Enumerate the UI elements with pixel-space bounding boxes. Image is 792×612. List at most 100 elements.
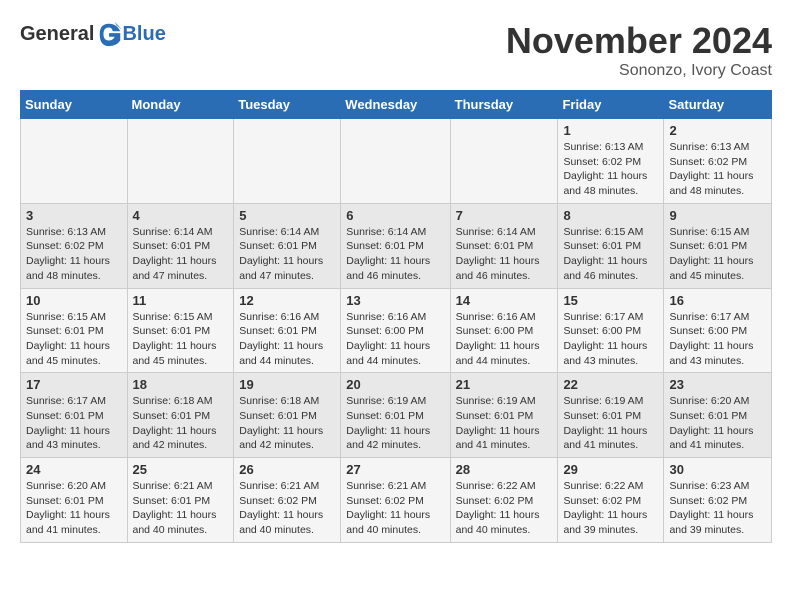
calendar-cell: 4Sunrise: 6:14 AM Sunset: 6:01 PM Daylig… bbox=[127, 203, 234, 288]
day-number: 6 bbox=[346, 208, 444, 223]
day-number: 12 bbox=[239, 293, 335, 308]
calendar-cell: 26 Sunrise: 6:21 AM Sunset: 6:02 PM Dayli… bbox=[234, 458, 341, 543]
calendar-cell bbox=[21, 119, 128, 204]
calendar-week-3: 10Sunrise: 6:15 AM Sunset: 6:01 PM Dayli… bbox=[21, 288, 772, 373]
day-info: Sunrise: 6:19 AM Sunset: 6:01 PM Dayligh… bbox=[346, 394, 444, 453]
day-info: Sunrise: 6:13 AM Sunset: 6:02 PM Dayligh… bbox=[563, 140, 658, 199]
day-info: Sunrise: 6:16 AM Sunset: 6:01 PM Dayligh… bbox=[239, 310, 335, 369]
title-area: November 2024 Sononzo, Ivory Coast bbox=[506, 20, 772, 80]
header-day-monday: Monday bbox=[127, 91, 234, 119]
calendar-cell: 24 Sunrise: 6:20 AM Sunset: 6:01 PM Dayli… bbox=[21, 458, 128, 543]
day-info: Sunrise: 6:15 AM Sunset: 6:01 PM Dayligh… bbox=[26, 310, 122, 369]
calendar-cell: 19Sunrise: 6:18 AM Sunset: 6:01 PM Dayli… bbox=[234, 373, 341, 458]
day-number: 5 bbox=[239, 208, 335, 223]
page-header: General Blue November 2024 Sononzo, Ivor… bbox=[20, 20, 772, 80]
day-number: 8 bbox=[563, 208, 658, 223]
day-number: 28 bbox=[456, 462, 553, 477]
day-info: Sunrise: 6:16 AM Sunset: 6:00 PM Dayligh… bbox=[346, 310, 444, 369]
day-info: Sunrise: 6:21 AM Sunset: 6:02 PM Dayligh… bbox=[346, 479, 444, 538]
day-number: 15 bbox=[563, 293, 658, 308]
calendar-cell: 14 Sunrise: 6:16 AM Sunset: 6:00 PM Dayli… bbox=[450, 288, 558, 373]
day-info: Sunrise: 6:17 AM Sunset: 6:01 PM Dayligh… bbox=[26, 394, 122, 453]
logo: General Blue bbox=[20, 20, 166, 48]
day-number: 30 bbox=[669, 462, 766, 477]
header-day-saturday: Saturday bbox=[664, 91, 772, 119]
calendar-cell bbox=[234, 119, 341, 204]
calendar-cell: 20 Sunrise: 6:19 AM Sunset: 6:01 PM Dayli… bbox=[341, 373, 450, 458]
calendar-cell bbox=[127, 119, 234, 204]
day-number: 1 bbox=[563, 123, 658, 138]
day-info: Sunrise: 6:19 AM Sunset: 6:01 PM Dayligh… bbox=[456, 394, 553, 453]
calendar-cell: 9 Sunrise: 6:15 AM Sunset: 6:01 PM Daylig… bbox=[664, 203, 772, 288]
day-info: Sunrise: 6:16 AM Sunset: 6:00 PM Dayligh… bbox=[456, 310, 553, 369]
calendar-cell: 1 Sunrise: 6:13 AM Sunset: 6:02 PM Daylig… bbox=[558, 119, 664, 204]
calendar-cell: 8Sunrise: 6:15 AM Sunset: 6:01 PM Daylig… bbox=[558, 203, 664, 288]
day-number: 7 bbox=[456, 208, 553, 223]
day-number: 29 bbox=[563, 462, 658, 477]
calendar-cell: 27 Sunrise: 6:21 AM Sunset: 6:02 PM Dayli… bbox=[341, 458, 450, 543]
header-day-wednesday: Wednesday bbox=[341, 91, 450, 119]
day-number: 27 bbox=[346, 462, 444, 477]
location-subtitle: Sononzo, Ivory Coast bbox=[506, 62, 772, 80]
day-info: Sunrise: 6:14 AM Sunset: 6:01 PM Dayligh… bbox=[456, 225, 553, 284]
day-number: 14 bbox=[456, 293, 553, 308]
header-day-friday: Friday bbox=[558, 91, 664, 119]
calendar-cell: 23 Sunrise: 6:20 AM Sunset: 6:01 PM Dayli… bbox=[664, 373, 772, 458]
calendar-cell: 22 Sunrise: 6:19 AM Sunset: 6:01 PM Dayli… bbox=[558, 373, 664, 458]
day-info: Sunrise: 6:13 AM Sunset: 6:02 PM Dayligh… bbox=[26, 225, 122, 284]
calendar-cell bbox=[450, 119, 558, 204]
day-info: Sunrise: 6:23 AM Sunset: 6:02 PM Dayligh… bbox=[669, 479, 766, 538]
calendar-cell: 7 Sunrise: 6:14 AM Sunset: 6:01 PM Daylig… bbox=[450, 203, 558, 288]
day-number: 9 bbox=[669, 208, 766, 223]
calendar-cell: 30 Sunrise: 6:23 AM Sunset: 6:02 PM Dayli… bbox=[664, 458, 772, 543]
calendar-cell: 21 Sunrise: 6:19 AM Sunset: 6:01 PM Dayli… bbox=[450, 373, 558, 458]
calendar-cell: 17Sunrise: 6:17 AM Sunset: 6:01 PM Dayli… bbox=[21, 373, 128, 458]
calendar-cell: 3Sunrise: 6:13 AM Sunset: 6:02 PM Daylig… bbox=[21, 203, 128, 288]
calendar-cell: 11 Sunrise: 6:15 AM Sunset: 6:01 PM Dayli… bbox=[127, 288, 234, 373]
day-number: 16 bbox=[669, 293, 766, 308]
day-info: Sunrise: 6:20 AM Sunset: 6:01 PM Dayligh… bbox=[26, 479, 122, 538]
calendar-cell: 25Sunrise: 6:21 AM Sunset: 6:01 PM Dayli… bbox=[127, 458, 234, 543]
logo-general-text: General bbox=[20, 23, 94, 46]
day-number: 22 bbox=[563, 377, 658, 392]
calendar-cell: 12 Sunrise: 6:16 AM Sunset: 6:01 PM Dayli… bbox=[234, 288, 341, 373]
header-day-tuesday: Tuesday bbox=[234, 91, 341, 119]
calendar-week-5: 24 Sunrise: 6:20 AM Sunset: 6:01 PM Dayli… bbox=[21, 458, 772, 543]
day-info: Sunrise: 6:15 AM Sunset: 6:01 PM Dayligh… bbox=[133, 310, 229, 369]
day-number: 11 bbox=[133, 293, 229, 308]
calendar-cell: 10Sunrise: 6:15 AM Sunset: 6:01 PM Dayli… bbox=[21, 288, 128, 373]
calendar-table: SundayMondayTuesdayWednesdayThursdayFrid… bbox=[20, 90, 772, 543]
day-info: Sunrise: 6:15 AM Sunset: 6:01 PM Dayligh… bbox=[669, 225, 766, 284]
day-number: 23 bbox=[669, 377, 766, 392]
day-number: 21 bbox=[456, 377, 553, 392]
calendar-cell: 29 Sunrise: 6:22 AM Sunset: 6:02 PM Dayli… bbox=[558, 458, 664, 543]
calendar-week-4: 17Sunrise: 6:17 AM Sunset: 6:01 PM Dayli… bbox=[21, 373, 772, 458]
day-info: Sunrise: 6:22 AM Sunset: 6:02 PM Dayligh… bbox=[563, 479, 658, 538]
day-info: Sunrise: 6:14 AM Sunset: 6:01 PM Dayligh… bbox=[239, 225, 335, 284]
day-info: Sunrise: 6:21 AM Sunset: 6:02 PM Dayligh… bbox=[239, 479, 335, 538]
logo-icon bbox=[96, 20, 124, 48]
calendar-header: SundayMondayTuesdayWednesdayThursdayFrid… bbox=[21, 91, 772, 119]
day-number: 2 bbox=[669, 123, 766, 138]
day-number: 4 bbox=[133, 208, 229, 223]
calendar-cell: 15 Sunrise: 6:17 AM Sunset: 6:00 PM Dayli… bbox=[558, 288, 664, 373]
day-info: Sunrise: 6:22 AM Sunset: 6:02 PM Dayligh… bbox=[456, 479, 553, 538]
calendar-cell: 16 Sunrise: 6:17 AM Sunset: 6:00 PM Dayli… bbox=[664, 288, 772, 373]
header-row: SundayMondayTuesdayWednesdayThursdayFrid… bbox=[21, 91, 772, 119]
calendar-cell: 5 Sunrise: 6:14 AM Sunset: 6:01 PM Daylig… bbox=[234, 203, 341, 288]
calendar-body: 1 Sunrise: 6:13 AM Sunset: 6:02 PM Daylig… bbox=[21, 119, 772, 543]
day-number: 20 bbox=[346, 377, 444, 392]
day-number: 26 bbox=[239, 462, 335, 477]
day-number: 24 bbox=[26, 462, 122, 477]
day-info: Sunrise: 6:17 AM Sunset: 6:00 PM Dayligh… bbox=[563, 310, 658, 369]
day-number: 18 bbox=[133, 377, 229, 392]
calendar-cell: 6Sunrise: 6:14 AM Sunset: 6:01 PM Daylig… bbox=[341, 203, 450, 288]
calendar-cell bbox=[341, 119, 450, 204]
header-day-sunday: Sunday bbox=[21, 91, 128, 119]
day-info: Sunrise: 6:17 AM Sunset: 6:00 PM Dayligh… bbox=[669, 310, 766, 369]
day-info: Sunrise: 6:20 AM Sunset: 6:01 PM Dayligh… bbox=[669, 394, 766, 453]
calendar-cell: 2 Sunrise: 6:13 AM Sunset: 6:02 PM Daylig… bbox=[664, 119, 772, 204]
day-number: 13 bbox=[346, 293, 444, 308]
day-info: Sunrise: 6:19 AM Sunset: 6:01 PM Dayligh… bbox=[563, 394, 658, 453]
day-info: Sunrise: 6:13 AM Sunset: 6:02 PM Dayligh… bbox=[669, 140, 766, 199]
